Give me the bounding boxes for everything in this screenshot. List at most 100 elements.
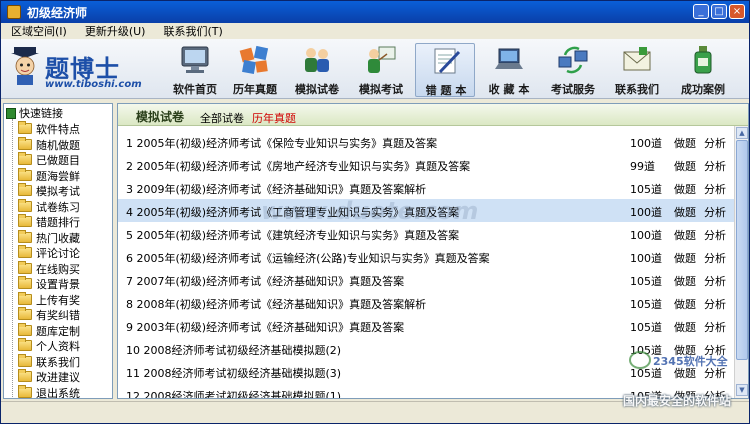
puzzle-icon	[239, 45, 269, 74]
list-item[interactable]: 3 2009年(初级)经济师考试《经济基础知识》真题及答案解析 105道 做题 …	[118, 176, 734, 199]
do-exercise-link[interactable]: 做题	[674, 250, 696, 266]
analyze-link[interactable]: 分析	[704, 181, 726, 197]
do-exercise-link[interactable]: 做题	[674, 135, 696, 151]
sidebar-item-contact[interactable]: 联系我们	[18, 354, 80, 369]
sidebar-item-wrong-ranking[interactable]: 错题排行	[18, 214, 80, 229]
sidebar-item-comments[interactable]: 评论讨论	[18, 245, 80, 260]
list-item[interactable]: 5 2005年(初级)经济师考试《建筑经济专业知识与实务》真题及答案 100道 …	[118, 222, 734, 245]
sidebar-item-label: 联系我们	[36, 355, 80, 369]
sidebar-item-report-error[interactable]: 有奖纠错	[18, 307, 80, 322]
sidebar-item-upload[interactable]: 上传有奖	[18, 292, 80, 307]
analyze-link[interactable]: 分析	[704, 296, 726, 312]
analyze-link[interactable]: 分析	[704, 319, 726, 335]
sidebar-item-suggestions[interactable]: 改进建议	[18, 369, 80, 384]
paper-title[interactable]: 5 2005年(初级)经济师考试《建筑经济专业知识与实务》真题及答案	[126, 227, 459, 243]
list-item[interactable]: 6 2005年(初级)经济师考试《运输经济(公路)专业知识与实务》真题及答案 1…	[118, 245, 734, 268]
list-item[interactable]: 8 2008年(初级)经济师考试《经济基础知识》真题及答案解析 105道 做题 …	[118, 291, 734, 314]
close-button[interactable]: ×	[729, 4, 745, 19]
folder-icon	[18, 292, 32, 305]
sidebar-item-hot-favorites[interactable]: 热门收藏	[18, 230, 80, 245]
list-item[interactable]: 1 2005年(初级)经济师考试《保险专业知识与实务》真题及答案 100道 做题…	[118, 130, 734, 153]
list-item[interactable]: 2 2005年(初级)经济师考试《房地产经济专业知识与实务》真题及答案 99道 …	[118, 153, 734, 176]
sidebar-item-label: 随机做题	[36, 138, 80, 152]
doctor-mascot-icon	[11, 47, 39, 85]
sidebar-item-exit[interactable]: 退出系统	[18, 385, 80, 398]
do-exercise-link[interactable]: 做题	[674, 204, 696, 220]
question-count: 100道	[630, 206, 662, 219]
list-item[interactable]: 7 2007年(初级)经济师考试《经济基础知识》真题及答案 105道 做题 分析	[118, 268, 734, 291]
teacher-icon	[368, 46, 396, 73]
folder-icon	[18, 323, 32, 336]
paper-title[interactable]: 8 2008年(初级)经济师考试《经济基础知识》真题及答案解析	[126, 296, 426, 312]
analyze-link[interactable]: 分析	[704, 158, 726, 174]
paper-title[interactable]: 10 2008经济师考试初级经济基础模拟题(2)	[126, 342, 341, 358]
do-exercise-link[interactable]: 做题	[674, 158, 696, 174]
analyze-link[interactable]: 分析	[704, 227, 726, 243]
toolbar-success-cases-button[interactable]: 成功案例	[673, 43, 733, 97]
sidebar-item-random[interactable]: 随机做题	[18, 137, 80, 152]
analyze-link[interactable]: 分析	[704, 135, 726, 151]
sidebar-item-done[interactable]: 已做题目	[18, 152, 80, 167]
vertical-scrollbar[interactable]: ▲ ▼	[734, 126, 748, 398]
scroll-down-icon[interactable]: ▼	[736, 384, 748, 396]
scrollbar-thumb[interactable]	[736, 140, 748, 360]
sidebar-item-label: 模拟考试	[36, 184, 80, 198]
tab-all-papers[interactable]: 全部试卷	[200, 110, 244, 126]
paper-title[interactable]: 2 2005年(初级)经济师考试《房地产经济专业知识与实务》真题及答案	[126, 158, 470, 174]
menu-item-region[interactable]: 区域空间(I)	[11, 23, 67, 39]
toolbar-mock-paper-button[interactable]: 模拟试卷	[287, 43, 347, 97]
sidebar-item-label: 试卷练习	[36, 200, 80, 214]
sidebar-item-features[interactable]: 软件特点	[18, 121, 80, 136]
tab-past-exams[interactable]: 历年真题	[252, 110, 296, 126]
toolbar-past-exams-button[interactable]: 历年真题	[225, 43, 285, 97]
question-count: 100道	[630, 229, 662, 242]
paper-title[interactable]: 11 2008经济师考试初级经济基础模拟题(3)	[126, 365, 341, 381]
toolbar-label: 模拟考试	[359, 83, 403, 96]
sidebar-item-custom-bank[interactable]: 题库定制	[18, 323, 80, 338]
toolbar-exam-service-button[interactable]: 考试服务	[543, 43, 603, 97]
watermark: www.duote.com	[261, 197, 479, 225]
toolbar-contact-button[interactable]: 联系我们	[607, 43, 667, 97]
paper-title[interactable]: 12 2008经济师考试初级经济基础模拟题(1)	[126, 388, 341, 398]
sidebar-item-sample[interactable]: 题海尝鲜	[18, 168, 80, 183]
paper-title[interactable]: 1 2005年(初级)经济师考试《保险专业知识与实务》真题及答案	[126, 135, 437, 151]
notebook-icon	[434, 48, 461, 74]
paper-title[interactable]: 6 2005年(初级)经济师考试《运输经济(公路)专业知识与实务》真题及答案	[126, 250, 490, 266]
sidebar-item-paper-practice[interactable]: 试卷练习	[18, 199, 80, 214]
toolbar-label: 考试服务	[551, 83, 595, 96]
laptop-icon	[495, 48, 523, 69]
analyze-link[interactable]: 分析	[704, 273, 726, 289]
sidebar-item-profile[interactable]: 个人资料	[18, 338, 80, 353]
sidebar-root[interactable]: 快速链接	[6, 106, 63, 120]
toolbar-favorites-button[interactable]: 收 藏 本	[479, 43, 539, 97]
do-exercise-link[interactable]: 做题	[674, 181, 696, 197]
do-exercise-link[interactable]: 做题	[674, 227, 696, 243]
watermark-slogan: 国内最安全的软件站	[623, 394, 732, 408]
sidebar-item-buy-online[interactable]: 在线购买	[18, 261, 80, 276]
toolbar-home-button[interactable]: 软件首页	[165, 43, 225, 97]
sidebar-item-mock-exam[interactable]: 模拟考试	[18, 183, 80, 198]
paper-title[interactable]: 3 2009年(初级)经济师考试《经济基础知识》真题及答案解析	[126, 181, 426, 197]
maximize-button[interactable]: □	[711, 4, 727, 19]
toolbar-mock-exam-button[interactable]: 模拟考试	[351, 43, 411, 97]
menu-item-contact[interactable]: 联系我们(T)	[163, 23, 222, 39]
sidebar-item-label: 题库定制	[36, 324, 80, 338]
folder-icon	[18, 385, 32, 398]
toolbar-wrong-book-button[interactable]: 错 题 本	[415, 43, 475, 97]
scroll-up-icon[interactable]: ▲	[736, 127, 748, 139]
sidebar-item-background[interactable]: 设置背景	[18, 276, 80, 291]
menu-item-update[interactable]: 更新升级(U)	[85, 23, 146, 39]
panel-title: 模拟试卷	[136, 110, 185, 124]
paper-title[interactable]: 9 2003年(初级)经济师考试《经济基础知识》真题及答案	[126, 319, 404, 335]
minimize-button[interactable]: _	[693, 4, 709, 19]
do-exercise-link[interactable]: 做题	[674, 296, 696, 312]
app-window: 初级经济师 _ □ × 区域空间(I) 更新升级(U) 联系我们(T) 题博士 …	[0, 0, 750, 424]
sidebar-tree: 快速链接 软件特点 随机做题 已做题目 题海尝鲜 模拟考试 试卷练习 错题排行 …	[3, 103, 113, 399]
do-exercise-link[interactable]: 做题	[674, 273, 696, 289]
analyze-link[interactable]: 分析	[704, 250, 726, 266]
analyze-link[interactable]: 分析	[704, 204, 726, 220]
toolbar-label: 历年真题	[233, 83, 277, 96]
paper-title[interactable]: 7 2007年(初级)经济师考试《经济基础知识》真题及答案	[126, 273, 404, 289]
list-item[interactable]: 9 2003年(初级)经济师考试《经济基础知识》真题及答案 105道 做题 分析	[118, 314, 734, 337]
do-exercise-link[interactable]: 做题	[674, 319, 696, 335]
